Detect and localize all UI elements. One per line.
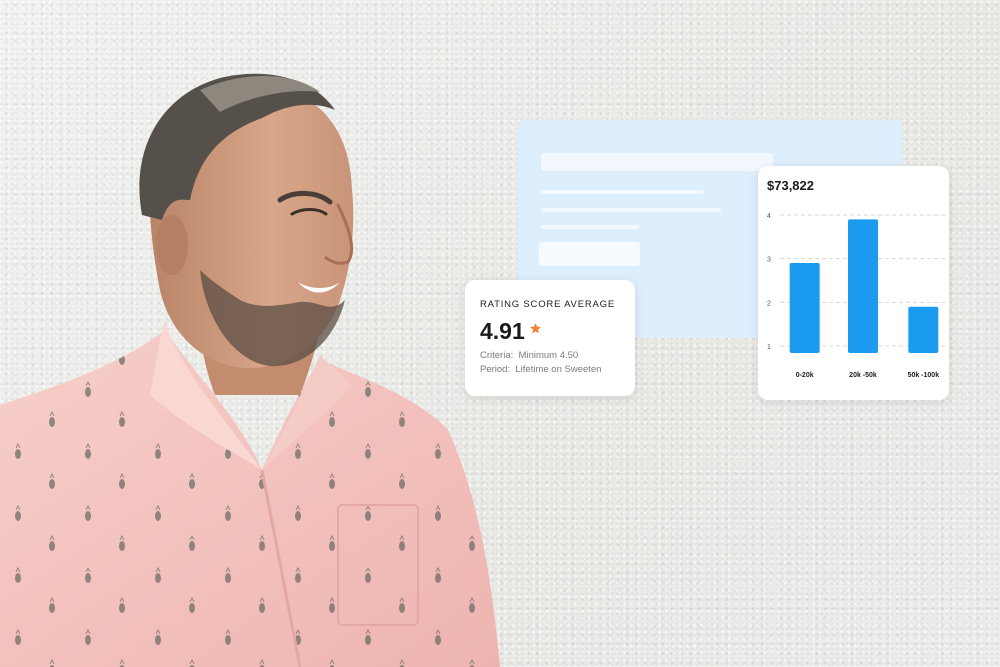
- chart-bar: [789, 263, 820, 353]
- rating-period-line: Period: Lifetime on Sweeten: [480, 364, 601, 375]
- x-tick-label: 0-20k: [796, 372, 814, 379]
- y-tick-label: 3: [767, 257, 771, 264]
- period-label: Period:: [480, 364, 511, 375]
- rating-score-card: RATING SCORE AVERAGE 4.91 Criteria: Mini…: [465, 280, 635, 396]
- criteria-value: Minimum 4.50: [518, 350, 579, 361]
- y-tick-label: 2: [767, 300, 771, 307]
- photo-scene: RATING SCORE AVERAGE 4.91 Criteria: Mini…: [0, 0, 1000, 667]
- revenue-chart-card: $73,822 1 2 3 4 0-20k 20k -50k 50k -100k: [758, 166, 949, 400]
- rating-score-value: 4.91: [480, 318, 525, 344]
- form-title-placeholder: [541, 153, 773, 171]
- bar-chart: 1 2 3 4 0-20k 20k -50k 50k -100k: [767, 213, 946, 379]
- period-value: Lifetime on Sweeten: [515, 364, 602, 375]
- y-tick-label: 4: [767, 213, 771, 220]
- criteria-label: Criteria:: [480, 350, 514, 361]
- chart-bar: [848, 219, 878, 353]
- rating-criteria-line: Criteria: Minimum 4.50: [480, 350, 578, 361]
- form-line-placeholder: [541, 208, 721, 212]
- rating-card-title: RATING SCORE AVERAGE: [480, 299, 615, 310]
- star-icon: [530, 323, 541, 334]
- x-tick-label: 50k -100k: [908, 372, 940, 379]
- x-tick-label: 20k -50k: [849, 372, 877, 379]
- y-tick-label: 1: [767, 344, 771, 351]
- chart-bar: [908, 306, 939, 353]
- form-line-placeholder: [541, 190, 704, 194]
